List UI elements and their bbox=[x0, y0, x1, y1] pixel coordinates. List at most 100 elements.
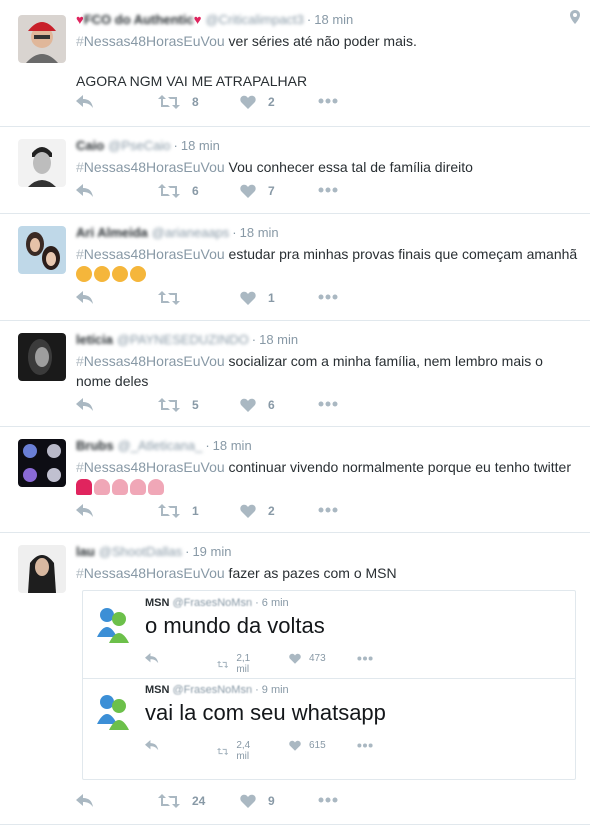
retweet-button[interactable]: 8 bbox=[158, 95, 199, 109]
like-button[interactable]: 2 bbox=[240, 95, 275, 109]
retweet-button[interactable]: 1 bbox=[158, 504, 199, 518]
fullname[interactable]: FCO do Authentic bbox=[84, 12, 194, 27]
tweet-header: ♥FCO do Authentic♥ @Criticalimpact3 · 18 mi… bbox=[76, 11, 578, 29]
reply-button[interactable] bbox=[76, 95, 94, 109]
hashtag-link[interactable]: #Nessas48HorasEuVou bbox=[76, 33, 225, 49]
heart-icon bbox=[240, 398, 256, 412]
retweet-count: 6 bbox=[192, 184, 199, 198]
hashtag-link[interactable]: #Nessas48HorasEuVou bbox=[76, 565, 225, 581]
retweet-icon: 2,4 mil bbox=[217, 740, 256, 762]
like-button[interactable]: 7 bbox=[240, 184, 275, 198]
weary-face-emoji-icon bbox=[76, 266, 92, 282]
tweet[interactable]: ♥FCO do Authentic♥ @Criticalimpact3 · 18 mi… bbox=[0, 0, 590, 127]
username[interactable]: @arianeaaps bbox=[152, 225, 230, 240]
separator-dot: · bbox=[232, 225, 237, 240]
reply-icon bbox=[76, 184, 93, 197]
quoted-tweet: MSN @FrasesNoMsn · 9 min vai la com seu wha… bbox=[83, 678, 575, 774]
hashtag-link[interactable]: #Nessas48HorasEuVou bbox=[76, 159, 225, 175]
tweet-content: ♥FCO do Authentic♥ @Criticalimpact3 · 18 mi… bbox=[76, 11, 578, 91]
reply-icon bbox=[76, 504, 93, 517]
retweet-icon: 2,1 mil bbox=[217, 653, 256, 675]
tweet[interactable]: Brubs @_Atleticana_ · 18 min #Nessas48Horas… bbox=[0, 427, 590, 533]
more-button[interactable] bbox=[318, 187, 338, 193]
tweet-time[interactable]: 19 min bbox=[192, 544, 231, 559]
like-button[interactable]: 1 bbox=[240, 291, 275, 305]
avatar[interactable] bbox=[18, 226, 66, 274]
quoted-header: MSN @FrasesNoMsn · 6 min bbox=[145, 597, 289, 609]
username[interactable]: @PAYNESEDUZINDO bbox=[117, 332, 249, 347]
tweet-time[interactable]: 18 min bbox=[181, 138, 220, 153]
like-button[interactable]: 9 bbox=[240, 794, 275, 808]
fullname[interactable]: Brubs bbox=[76, 438, 114, 453]
tweet-text: #Nessas48HorasEuVou continuar vivendo no… bbox=[76, 457, 578, 497]
msn-logo-icon bbox=[91, 690, 135, 734]
tweet-header: lau @ShootDallas · 19 min bbox=[76, 543, 578, 561]
more-icon bbox=[318, 98, 338, 104]
hashtag-link[interactable]: #Nessas48HorasEuVou bbox=[76, 353, 225, 369]
retweet-button[interactable]: 6 bbox=[158, 184, 199, 198]
username[interactable]: @_Atleticana_ bbox=[118, 438, 203, 453]
person-tipping-hand-emoji-icon bbox=[148, 479, 164, 495]
retweet-count: 1 bbox=[192, 504, 199, 518]
heart-icon bbox=[240, 95, 256, 109]
avatar[interactable] bbox=[18, 545, 66, 593]
more-icon bbox=[318, 294, 338, 300]
fullname[interactable]: lau bbox=[76, 544, 95, 559]
fullname[interactable]: letícia bbox=[76, 332, 113, 347]
tweet-header: Caio @PseCaio · 18 min bbox=[76, 137, 578, 155]
retweet-button[interactable] bbox=[158, 291, 192, 305]
username[interactable]: @Criticalimpact3 bbox=[205, 12, 303, 27]
weary-face-emoji-icon bbox=[112, 266, 128, 282]
reply-button[interactable] bbox=[76, 291, 94, 305]
tweet[interactable]: Caio @PseCaio · 18 min #Nessas48HorasEuVou … bbox=[0, 127, 590, 214]
like-count: 2 bbox=[268, 95, 275, 109]
hashtag-link[interactable]: #Nessas48HorasEuVou bbox=[76, 459, 225, 475]
heart-icon bbox=[240, 504, 256, 518]
more-icon bbox=[318, 401, 338, 407]
more-button[interactable] bbox=[318, 294, 338, 300]
retweet-icon bbox=[158, 95, 180, 109]
retweet-count: 8 bbox=[192, 95, 199, 109]
avatar[interactable] bbox=[18, 139, 66, 187]
avatar[interactable] bbox=[18, 439, 66, 487]
like-count: 9 bbox=[268, 794, 275, 808]
avatar[interactable] bbox=[18, 15, 66, 63]
more-icon bbox=[318, 797, 338, 803]
more-button[interactable] bbox=[318, 507, 338, 513]
like-count: 2 bbox=[268, 504, 275, 518]
avatar[interactable] bbox=[18, 333, 66, 381]
fullname[interactable]: Ari Almeida bbox=[76, 225, 148, 240]
tweet-content: Brubs @_Atleticana_ · 18 min #Nessas48Horas… bbox=[76, 437, 578, 497]
tweet-header: Brubs @_Atleticana_ · 18 min bbox=[76, 437, 578, 455]
tweet-time[interactable]: 18 min bbox=[240, 225, 279, 240]
more-button[interactable] bbox=[318, 797, 338, 803]
reply-button[interactable] bbox=[76, 184, 94, 198]
tweet-time[interactable]: 18 min bbox=[213, 438, 252, 453]
fullname[interactable]: Caio bbox=[76, 138, 104, 153]
person-tipping-hand-emoji-icon bbox=[130, 479, 146, 495]
more-button[interactable] bbox=[318, 98, 338, 104]
heart-icon bbox=[240, 184, 256, 198]
separator-dot: · bbox=[173, 138, 178, 153]
tweet[interactable]: Ari Almeida @arianeaaps · 18 min #Nessas48H… bbox=[0, 214, 590, 321]
username[interactable]: @PseCaio bbox=[108, 138, 170, 153]
like-button[interactable]: 2 bbox=[240, 504, 275, 518]
tweet-time[interactable]: 18 min bbox=[314, 12, 353, 27]
person-tipping-hand-emoji-icon bbox=[94, 479, 110, 495]
reply-button[interactable] bbox=[76, 794, 94, 808]
tweet[interactable]: letícia @PAYNESEDUZINDO · 18 min #Nessas48H… bbox=[0, 321, 590, 427]
reply-button[interactable] bbox=[76, 504, 94, 518]
retweet-button[interactable]: 5 bbox=[158, 398, 199, 412]
reply-icon bbox=[145, 740, 159, 751]
reply-button[interactable] bbox=[76, 398, 94, 412]
tweet-time[interactable]: 18 min bbox=[259, 332, 298, 347]
retweet-button[interactable]: 24 bbox=[158, 794, 205, 808]
tweet[interactable]: lau @ShootDallas · 19 min #Nessas48HorasEuV… bbox=[0, 533, 590, 825]
username[interactable]: @ShootDallas bbox=[99, 544, 182, 559]
separator-dot: · bbox=[205, 438, 210, 453]
hashtag-link[interactable]: #Nessas48HorasEuVou bbox=[76, 246, 225, 262]
more-button[interactable] bbox=[318, 401, 338, 407]
like-button[interactable]: 6 bbox=[240, 398, 275, 412]
heart-icon bbox=[240, 291, 256, 305]
quoted-image[interactable]: MSN @FrasesNoMsn · 6 min o mundo da voltas … bbox=[82, 590, 576, 780]
